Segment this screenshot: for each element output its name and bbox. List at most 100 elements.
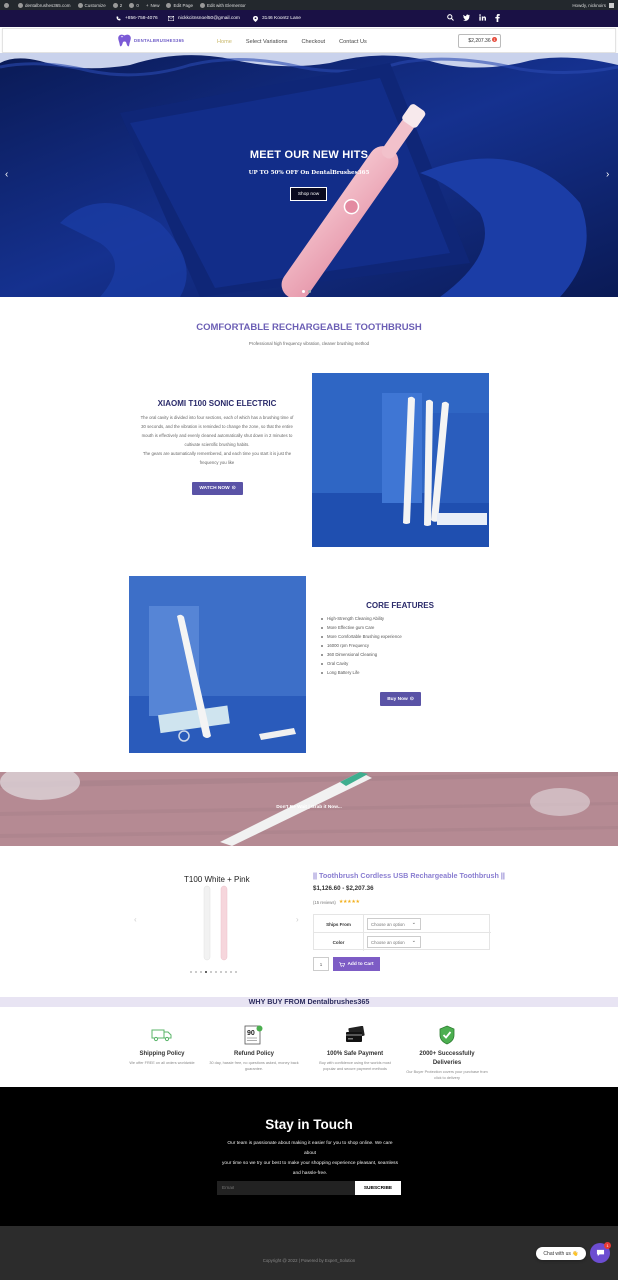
gallery-dots	[190, 971, 237, 973]
core-features-title: CORE FEATURES	[366, 601, 434, 610]
gallery-dot[interactable]	[190, 971, 192, 973]
buy-now-button[interactable]: Buy Now ⊙	[380, 692, 421, 706]
cart-count-badge: 1	[492, 37, 497, 42]
select-value: Choose an option	[371, 921, 405, 927]
slider-dot[interactable]	[308, 290, 311, 293]
site-logo[interactable]: DENTALBRUSHES365	[117, 34, 184, 47]
gallery-dot[interactable]	[200, 971, 202, 973]
slider-dot[interactable]	[302, 290, 305, 293]
admin-howdy[interactable]: Howdy, nicknoirs	[572, 3, 606, 8]
variations-table: Ships From Choose an option ⌄ Color Choo…	[313, 914, 491, 951]
admin-edit-page-link[interactable]: Edit Page	[166, 2, 193, 8]
credit-card-icon	[346, 1026, 365, 1042]
list-item: Long Battery Life	[321, 668, 402, 677]
add-to-cart-label: Add to Cart	[347, 961, 374, 967]
nav-item-contact-us[interactable]: Contact Us	[339, 39, 367, 45]
slider-next-icon[interactable]: ›	[606, 169, 609, 180]
color-select[interactable]: Choose an option ⌄	[367, 936, 421, 948]
why-item-title: 100% Safe Payment	[326, 1051, 384, 1057]
gallery-dot[interactable]	[235, 971, 237, 973]
gallery-dot[interactable]	[230, 971, 232, 973]
chat-unread-badge: 1	[604, 1242, 611, 1249]
truck-icon	[151, 1029, 172, 1042]
top-contact-bar: +856-758-4076 nickkcitnsnoel50@gmail.com…	[0, 10, 618, 27]
nav-item-select-variations[interactable]: Select Variations	[246, 39, 288, 45]
variation-label: Color	[314, 933, 364, 951]
admin-site-link[interactable]: dentalbrushes365.com	[18, 2, 71, 8]
product-image-three-brushes	[312, 373, 489, 547]
gallery-dot[interactable]	[205, 971, 207, 973]
why-item-desc: Buy with confidence using the worlds mos…	[310, 1060, 400, 1072]
admin-elementor-link[interactable]: Edit with Elementor	[200, 2, 246, 8]
avatar[interactable]	[609, 2, 614, 8]
why-item-title: Shipping Policy	[139, 1051, 185, 1057]
feature-line: The gears are automatically remembered, …	[142, 451, 292, 456]
slider-prev-icon[interactable]: ‹	[5, 169, 8, 180]
chat-greeting[interactable]: Chat with us 👋	[536, 1247, 586, 1260]
why-buy-title: WHY BUY FROM Dentalbrushes365	[0, 997, 618, 1007]
admin-comments-link[interactable]: 0	[129, 2, 139, 8]
hero-subtitle: UP TO 50% OFF On DentalBrushes365	[248, 170, 370, 176]
cart-total: $2,207.36	[468, 38, 491, 44]
twitter-icon[interactable]	[463, 14, 470, 21]
why-item-desc: Our Buyer Protection covers your purchas…	[402, 1069, 492, 1081]
newsletter-line: your time so we try our best to make you…	[222, 1161, 398, 1166]
shop-now-button[interactable]: Shop now	[290, 187, 327, 201]
why-title-line: 2000+ Successfully	[419, 1051, 475, 1057]
gallery-dot[interactable]	[215, 971, 217, 973]
quantity-input[interactable]: 1	[313, 957, 329, 971]
search-icon[interactable]	[447, 14, 454, 21]
section-subtitle: Professional high frequency vibration, c…	[248, 341, 370, 346]
admin-customize-link[interactable]: Customize	[77, 2, 106, 8]
feature-description: The oral cavity is divided into four sec…	[123, 413, 311, 467]
main-nav: Home Select Variations Checkout Contact …	[217, 29, 367, 54]
address-info: 3146 Koontz Lane	[253, 10, 301, 27]
list-item: 16000 rpm Frequency	[321, 641, 402, 650]
gallery-dot[interactable]	[225, 971, 227, 973]
list-item: 360 Dimensional Cleaning	[321, 650, 402, 659]
banner-text: Don't Be Wait | Grab it Now...	[276, 805, 342, 810]
newsletter-description: Our team is passionate about making it e…	[222, 1139, 398, 1179]
product-reviews[interactable]: (15 reviews) ★★★★★	[313, 899, 360, 905]
logo-text: DENTALBRUSHES365	[134, 38, 185, 43]
site-footer: Copyright @ 2022 | Powered by Expert_Sol…	[0, 1226, 618, 1280]
gallery-prev-icon[interactable]: ‹	[134, 915, 137, 924]
gallery-caption: T100 White + Pink	[184, 875, 250, 884]
why-title-line: Deliveries	[432, 1060, 462, 1066]
why-desc-line: guarantee.	[244, 1067, 264, 1071]
email-field[interactable]	[217, 1181, 355, 1195]
promo-banner: Don't Be Wait | Grab it Now...	[0, 772, 618, 846]
newsletter-title: Stay in Touch	[265, 1117, 353, 1132]
subscribe-button[interactable]: SUBSCRIBE	[355, 1181, 401, 1195]
product-image-single-brush	[129, 576, 306, 753]
newsletter-line: and hassle-free.	[292, 1171, 328, 1176]
gallery-dot[interactable]	[210, 971, 212, 973]
watch-now-button[interactable]: WATCH NOW ⊙	[192, 482, 243, 495]
add-to-cart-button[interactable]: Add to Cart	[333, 957, 380, 971]
variation-row: Ships From Choose an option ⌄	[314, 915, 491, 933]
chat-icon	[596, 1249, 604, 1257]
site-header: DENTALBRUSHES365 Home Select Variations …	[2, 28, 616, 53]
why-item-deliveries: 2000+ Successfully Deliveries Our Buyer …	[402, 1024, 492, 1081]
admin-updates-link[interactable]: 2	[112, 2, 122, 8]
play-circle-icon: ⊙	[231, 486, 236, 491]
product-gallery-image[interactable]	[195, 884, 235, 962]
why-desc-line: popular and secure payment methods	[323, 1067, 387, 1071]
linkedin-icon[interactable]	[479, 14, 486, 21]
location-icon	[253, 15, 258, 22]
why-item-title: 2000+ Successfully Deliveries	[402, 1050, 492, 1068]
nav-item-checkout[interactable]: Checkout	[301, 39, 325, 45]
gallery-dot[interactable]	[195, 971, 197, 973]
gallery-dot[interactable]	[220, 971, 222, 973]
cart-button[interactable]: $2,207.36 1	[458, 34, 501, 48]
buy-now-label: Buy Now	[387, 696, 408, 702]
admin-new-link[interactable]: + New	[146, 3, 160, 8]
facebook-icon[interactable]	[495, 14, 500, 22]
nav-item-home[interactable]: Home	[217, 39, 232, 45]
gallery-next-icon[interactable]: ›	[296, 915, 299, 924]
why-item-desc: 30 day, hassle free, no questions asked,…	[209, 1060, 299, 1072]
arrow-circle-icon: ⊙	[409, 696, 414, 702]
ships-from-select[interactable]: Choose an option ⌄	[367, 918, 421, 930]
wordpress-logo-icon[interactable]	[4, 2, 11, 8]
core-features-list: High-Strength Cleaning Ability More Effe…	[321, 614, 402, 677]
